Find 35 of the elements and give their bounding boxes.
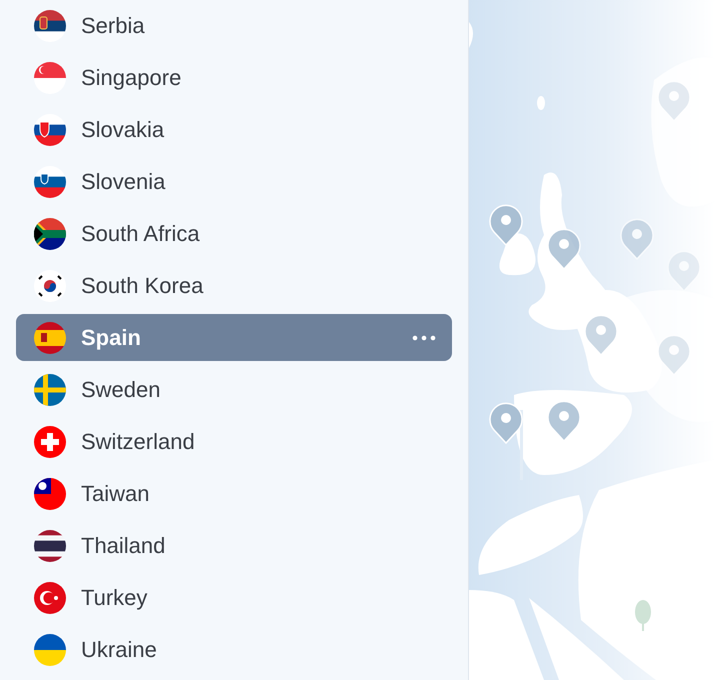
country-item[interactable]: Thailand (16, 522, 452, 569)
map-pin-icon[interactable] (620, 218, 654, 260)
country-item[interactable]: Slovenia (16, 158, 452, 205)
flag-icon (34, 270, 66, 302)
country-item[interactable]: South Africa (16, 210, 452, 257)
map-pin-icon[interactable] (489, 204, 523, 246)
flag-icon (34, 218, 66, 250)
country-item[interactable]: Sweden (16, 366, 452, 413)
country-item[interactable]: Turkey (16, 574, 452, 621)
country-item[interactable]: Serbia (16, 2, 452, 49)
flag-icon (34, 62, 66, 94)
flag-icon (34, 10, 66, 42)
flag-icon (34, 426, 66, 458)
map-pin-icon[interactable] (657, 80, 691, 122)
country-item[interactable]: South Korea (16, 262, 452, 309)
country-item[interactable]: Spain (16, 314, 452, 361)
country-item[interactable]: Singapore (16, 54, 452, 101)
flag-icon (34, 114, 66, 146)
map-pin-icon[interactable] (547, 228, 581, 270)
country-item[interactable]: Ukraine (16, 626, 452, 673)
country-item[interactable]: Switzerland (16, 418, 452, 465)
country-item[interactable]: Taiwan (16, 470, 452, 517)
map-pin-icon[interactable] (547, 400, 581, 442)
flag-icon (34, 634, 66, 666)
map-pin-icon[interactable] (667, 250, 701, 292)
flag-icon (34, 530, 66, 562)
map-pin-icon[interactable] (657, 334, 691, 376)
flag-icon (34, 374, 66, 406)
flag-icon (34, 582, 66, 614)
map-pin-icon[interactable] (489, 402, 523, 444)
flag-icon (34, 166, 66, 198)
flag-icon (34, 478, 66, 510)
map-pin-icon[interactable] (584, 314, 618, 356)
flag-icon (34, 322, 66, 354)
country-item[interactable]: Slovakia (16, 106, 452, 153)
